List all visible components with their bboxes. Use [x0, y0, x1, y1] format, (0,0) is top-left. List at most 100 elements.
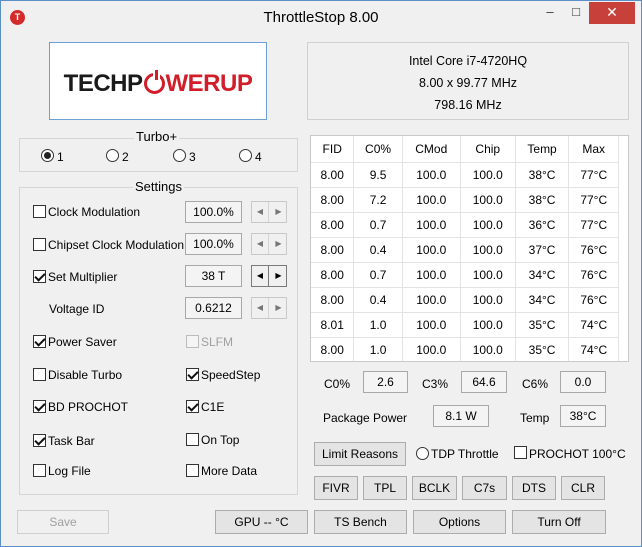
title-bar: T ThrottleStop 8.00 – □ ✕: [1, 1, 641, 33]
fivr-button[interactable]: FIVR: [314, 476, 358, 500]
prochot-100-label: PROCHOT 100°C: [529, 447, 626, 461]
column-header: FID: [311, 136, 355, 163]
c1e-checkbox[interactable]: [186, 400, 199, 413]
cpu-name: Intel Core i7-4720HQ: [408, 54, 528, 68]
column-header: Chip: [460, 136, 516, 163]
set-multiplier-label: Set Multiplier: [48, 270, 118, 284]
temp-label: Temp: [520, 411, 550, 425]
table-cell: 100.0: [402, 262, 461, 288]
table-cell: 34°C: [515, 287, 570, 313]
options-button[interactable]: Options: [413, 510, 506, 534]
profile-1-radio[interactable]: [41, 149, 54, 162]
cpu-multiplier: 8.00 x 99.77 MHz: [419, 76, 517, 90]
throttlestop-window: T ThrottleStop 8.00 – □ ✕ TECHP WERUP Int…: [0, 0, 642, 547]
clock-modulation-label: Clock Modulation: [48, 205, 141, 219]
table-row: 8.00 0.4 100.0 100.0 34°C 76°C: [311, 287, 619, 313]
turn-off-button[interactable]: Turn Off: [512, 510, 606, 534]
limit-reasons-button[interactable]: Limit Reasons: [314, 442, 406, 466]
save-button: Save: [17, 510, 109, 534]
voltage-id-value: 0.6212: [185, 297, 242, 319]
table-cell: 77°C: [568, 212, 619, 238]
table-row: 8.00 0.7 100.0 100.0 36°C 77°C: [311, 212, 619, 238]
task-bar-label: Task Bar: [48, 434, 95, 448]
profile-3-label: 3: [189, 150, 196, 164]
table-cell: 100.0: [460, 212, 516, 238]
tdp-throttle-label: TDP Throttle: [431, 447, 499, 461]
table-cell: 100.0: [460, 312, 516, 338]
increase-arrow-icon[interactable]: ▶: [270, 266, 287, 286]
gpu-button[interactable]: GPU -- °C: [215, 510, 308, 534]
table-cell: 100.0: [402, 212, 461, 238]
set-multiplier-stepper[interactable]: ◀ ▶: [251, 265, 287, 287]
table-cell: 100.0: [460, 337, 516, 361]
table-cell: 100.0: [460, 187, 516, 213]
set-multiplier-checkbox[interactable]: [33, 270, 46, 283]
table-cell: 0.4: [353, 287, 403, 313]
table-body: 8.00 9.5 100.0 100.0 38°C 77°C 8.00 7.2 100.0 100…: [311, 162, 619, 361]
table-cell: 100.0: [460, 237, 516, 263]
chipset-clock-modulation-label: Chipset Clock Modulation: [48, 238, 185, 252]
chipset-clock-modulation-value: 100.0%: [185, 233, 242, 255]
on-top-label: On Top: [201, 433, 240, 447]
column-header: Temp: [515, 136, 570, 163]
c3-label: C3%: [422, 377, 449, 391]
package-power-label: Package Power: [323, 411, 408, 425]
table-cell: 0.7: [353, 212, 403, 238]
clr-button[interactable]: CLR: [561, 476, 605, 500]
increase-arrow-icon[interactable]: ▶: [270, 202, 287, 222]
set-multiplier-value: 38 T: [185, 265, 242, 287]
cpu-frequency: 798.16 MHz: [434, 98, 502, 112]
table-row: 8.00 1.0 100.0 100.0 35°C 74°C: [311, 337, 619, 361]
increase-arrow-icon[interactable]: ▶: [270, 234, 287, 254]
logo-panel: TECHP WERUP: [49, 42, 267, 120]
table-cell: 77°C: [568, 162, 619, 188]
c3-value: 64.6: [461, 371, 507, 393]
profile-3-radio[interactable]: [173, 149, 186, 162]
table-cell: 74°C: [568, 337, 619, 361]
table-cell: 38°C: [515, 162, 570, 188]
column-header: CMod: [402, 136, 461, 163]
bd-prochot-checkbox[interactable]: [33, 400, 46, 413]
table-cell: 100.0: [402, 187, 461, 213]
tpl-button[interactable]: TPL: [363, 476, 407, 500]
decrease-arrow-icon[interactable]: ◀: [252, 202, 269, 222]
profile-2-radio[interactable]: [106, 149, 119, 162]
clock-modulation-value: 100.0%: [185, 201, 242, 223]
clock-modulation-checkbox[interactable]: [33, 205, 46, 218]
disable-turbo-checkbox[interactable]: [33, 368, 46, 381]
table-cell: 8.00: [311, 212, 355, 238]
temp-value: 38°C: [560, 405, 606, 427]
table-cell: 100.0: [460, 162, 516, 188]
speedstep-checkbox[interactable]: [186, 368, 199, 381]
more-data-checkbox[interactable]: [186, 464, 199, 477]
increase-arrow-icon[interactable]: ▶: [270, 298, 287, 318]
table-cell: 0.7: [353, 262, 403, 288]
c7s-button[interactable]: C7s: [462, 476, 507, 500]
maximize-button[interactable]: □: [563, 2, 589, 24]
power-saver-checkbox[interactable]: [33, 335, 46, 348]
column-header: Max: [568, 136, 619, 163]
c0-value: 2.6: [363, 371, 408, 393]
table-cell: 35°C: [515, 312, 570, 338]
table-cell: 37°C: [515, 237, 570, 263]
dts-button[interactable]: DTS: [512, 476, 556, 500]
core-data-table: FID C0% CMod Chip Temp Max 8.00 9.5 100.0 1…: [311, 136, 619, 361]
task-bar-checkbox[interactable]: [33, 434, 46, 447]
tdp-throttle-indicator: [416, 447, 429, 460]
table-cell: 38°C: [515, 187, 570, 213]
chipset-clock-modulation-stepper[interactable]: ◀ ▶: [251, 233, 287, 255]
bclk-button[interactable]: BCLK: [412, 476, 457, 500]
profile-4-radio[interactable]: [239, 149, 252, 162]
prochot-100-checkbox[interactable]: [514, 446, 527, 459]
decrease-arrow-icon[interactable]: ◀: [252, 234, 269, 254]
log-file-checkbox[interactable]: [33, 464, 46, 477]
decrease-arrow-icon[interactable]: ◀: [252, 298, 269, 318]
decrease-arrow-icon[interactable]: ◀: [252, 266, 269, 286]
ts-bench-button[interactable]: TS Bench: [314, 510, 407, 534]
clock-modulation-stepper[interactable]: ◀ ▶: [251, 201, 287, 223]
close-button[interactable]: ✕: [589, 2, 635, 24]
on-top-checkbox[interactable]: [186, 433, 199, 446]
chipset-clock-modulation-checkbox[interactable]: [33, 238, 46, 251]
voltage-id-stepper[interactable]: ◀ ▶: [251, 297, 287, 319]
minimize-button[interactable]: –: [537, 2, 563, 24]
